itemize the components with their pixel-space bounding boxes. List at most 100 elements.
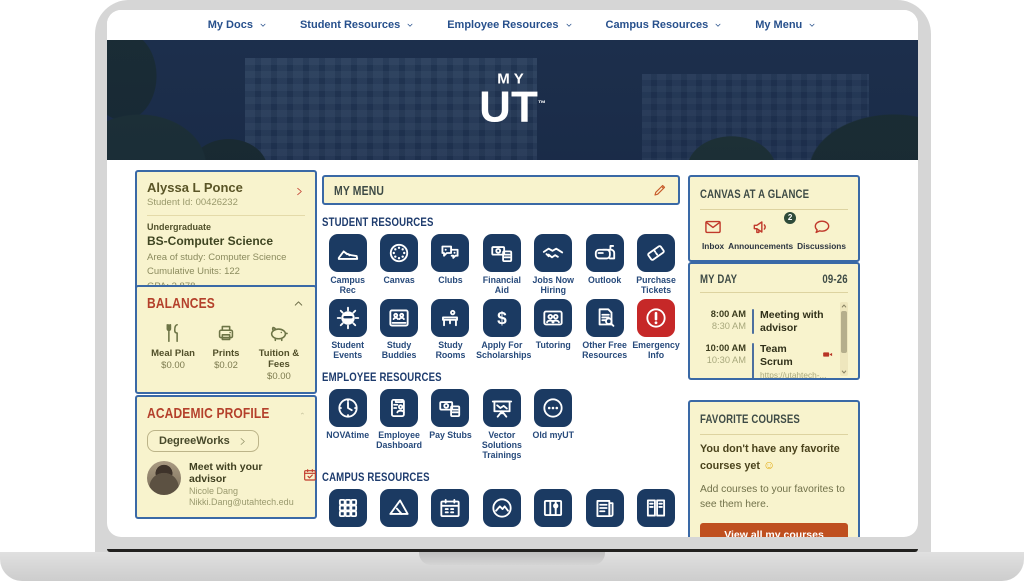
app-novatime[interactable]: NOVAtime [322, 389, 373, 461]
chat-icon [812, 217, 832, 237]
app-jobs-now-hiring[interactable]: Jobs Now Hiring [528, 234, 579, 296]
nav-item-label: My Docs [208, 19, 253, 31]
laptop-notch [419, 552, 605, 565]
app-label: Jobs Now Hiring [528, 275, 579, 296]
balance-prints[interactable]: Prints $0.02 [200, 322, 252, 382]
piggy-icon [268, 322, 290, 344]
event-start-time: 8:00 AM [700, 309, 746, 319]
app-old-myut[interactable]: Old myUT [528, 389, 579, 461]
balance-tuition-fees[interactable]: Tuition & Fees $0.00 [253, 322, 305, 382]
app-tile [431, 234, 469, 272]
profile-chevron-right-icon[interactable] [294, 186, 305, 197]
chevron-down-icon [405, 20, 415, 30]
edit-pencil-icon[interactable] [652, 182, 668, 198]
canvas-inbox[interactable]: Inbox [702, 217, 724, 251]
sun-star-icon [335, 305, 361, 331]
app-financial-aid[interactable]: Financial Aid [476, 234, 527, 296]
my-day-date: 09-26 [823, 272, 848, 286]
balance-value: $0.02 [200, 360, 252, 371]
advisor-heading: Meet with your advisor [189, 461, 294, 485]
balance-meal-plan[interactable]: Meal Plan $0.00 [147, 322, 199, 382]
app-item[interactable] [322, 489, 373, 530]
app-label: Campus Rec [322, 275, 373, 296]
collapse-chevron-up-icon[interactable] [300, 407, 305, 420]
degreeworks-label: DegreeWorks [159, 435, 230, 447]
event-meeting-with-advisor[interactable]: 8:00 AM 8:30 AM Meeting with advisor [700, 309, 834, 334]
app-employee-dashboard[interactable]: Employee Dashboard [373, 389, 424, 461]
shelf-icon [643, 495, 669, 521]
app-label: Canvas [373, 275, 424, 285]
scroll-down-icon[interactable] [841, 369, 847, 375]
app-tile [329, 489, 367, 527]
app-label: Outlook [579, 275, 630, 285]
app-canvas[interactable]: Canvas [373, 234, 424, 296]
app-tile [637, 489, 675, 527]
nav-item-my-menu[interactable]: My Menu [755, 19, 817, 31]
app-student-events[interactable]: Student Events [322, 299, 373, 361]
logo-ut-text: UT™ [107, 88, 918, 128]
canvas-discussions[interactable]: Discussions [797, 217, 846, 251]
app-item[interactable] [528, 489, 579, 530]
degreeworks-button[interactable]: DegreeWorks [147, 430, 259, 452]
academic-profile-title: ACADEMIC PROFILE [147, 405, 270, 422]
video-icon [821, 348, 834, 361]
balances-row: Meal Plan $0.00 Prints $0.02 Tuition & F… [147, 322, 305, 382]
section-heading-student-resources: STUDENT RESOURCES [322, 215, 434, 229]
nav-item-employee-resources[interactable]: Employee Resources [447, 19, 573, 31]
app-item[interactable] [373, 489, 424, 530]
app-campus-rec[interactable]: Campus Rec [322, 234, 373, 296]
chevron-down-icon [807, 20, 817, 30]
app-tile [637, 234, 675, 272]
advisor-row: Meet with your advisor Nicole Dang Nikki… [147, 461, 305, 507]
canvas-announcements[interactable]: 2 Announcements [728, 217, 793, 251]
collapse-chevron-up-icon[interactable] [292, 297, 305, 310]
view-all-courses-button[interactable]: View all my courses [700, 523, 848, 537]
app-outlook[interactable]: Outlook [579, 234, 630, 296]
app-tutoring[interactable]: Tutoring [528, 299, 579, 361]
app-tile: $ [483, 299, 521, 337]
app-clubs[interactable]: Clubs [425, 234, 476, 296]
app-label: Clubs [425, 275, 476, 285]
app-study-rooms[interactable]: Study Rooms [425, 299, 476, 361]
dollar-icon: $ [489, 305, 515, 331]
canvas-glance-title: CANVAS AT A GLANCE [700, 187, 809, 201]
app-tile [483, 389, 521, 427]
nav-item-campus-resources[interactable]: Campus Resources [606, 19, 724, 31]
scroll-up-icon[interactable] [841, 303, 847, 309]
hero-banner: MY UT™ [107, 40, 918, 160]
laptop-lid: My Docs Student Resources Employee Resou… [95, 0, 931, 552]
chat-people-icon [437, 240, 463, 266]
mail-icon [703, 217, 723, 237]
balance-label: Prints [200, 348, 252, 359]
app-purchase-tickets[interactable]: Purchase Tickets [630, 234, 681, 296]
nav-item-student-resources[interactable]: Student Resources [300, 19, 415, 31]
clock-icon [335, 395, 361, 421]
app-vector-solutions-trainings[interactable]: Vector Solutions Trainings [476, 389, 527, 461]
event-link[interactable]: https://utahtech-... [760, 370, 834, 378]
portal-page: My Docs Student Resources Employee Resou… [0, 0, 1024, 581]
app-tile [534, 299, 572, 337]
app-tile [483, 489, 521, 527]
calendar-check-icon[interactable] [302, 467, 318, 483]
app-label: Vector Solutions Trainings [476, 430, 527, 461]
shoe-icon [335, 240, 361, 266]
app-other-free-resources[interactable]: Other Free Resources [579, 299, 630, 361]
section-heading-employee-resources: EMPLOYEE RESOURCES [322, 370, 442, 384]
app-item[interactable] [630, 489, 681, 530]
scrollbar[interactable] [840, 302, 848, 376]
app-apply-for-scholarships[interactable]: $ Apply For Scholarships [476, 299, 527, 361]
app-item[interactable] [425, 489, 476, 530]
academic-profile-card: ACADEMIC PROFILE DegreeWorks Meet with y… [135, 395, 317, 519]
my-menu-title: MY MENU [334, 183, 384, 198]
nav-item-my-docs[interactable]: My Docs [208, 19, 268, 31]
event-team-scrum[interactable]: 10:00 AM 10:30 AM Team Scrum https://uta… [700, 343, 834, 378]
app-item[interactable] [476, 489, 527, 530]
canvas-item-label: Discussions [797, 241, 846, 251]
app-tile [586, 489, 624, 527]
app-pay-stubs[interactable]: Pay Stubs [425, 389, 476, 461]
app-item[interactable] [579, 489, 630, 530]
divider [700, 209, 848, 210]
app-emergency-info[interactable]: Emergency Info [630, 299, 681, 361]
app-study-buddies[interactable]: Study Buddies [373, 299, 424, 361]
scrollbar-thumb[interactable] [841, 311, 847, 353]
